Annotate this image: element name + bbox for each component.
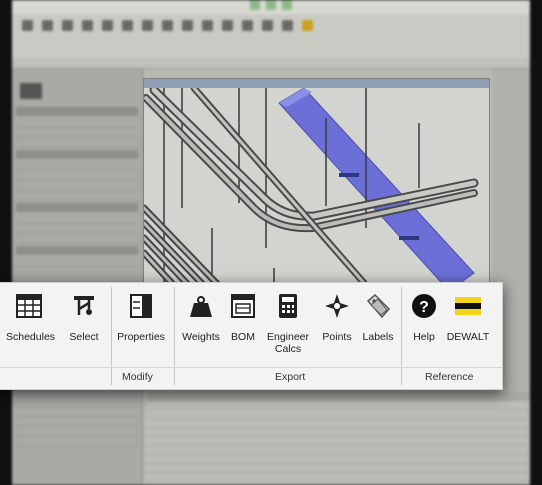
points-label: Points	[322, 331, 352, 343]
weights-button[interactable]: Weights	[178, 293, 224, 343]
panel-label-bar	[0, 367, 502, 368]
select-label: Select	[69, 331, 99, 343]
background-properties-palette	[12, 69, 143, 485]
viewport-title-bar	[144, 79, 489, 88]
table-icon	[16, 294, 42, 318]
help-button[interactable]: ? Help	[407, 293, 441, 343]
dewalt-label: DEWALT	[446, 331, 490, 343]
dewalt-logo-icon	[455, 297, 481, 315]
background-options-bar	[12, 58, 530, 69]
3d-model-viewport[interactable]	[143, 78, 490, 292]
labels-label: Labels	[362, 331, 394, 343]
model-drawing	[144, 88, 479, 291]
bom-button[interactable]: BOM	[226, 293, 260, 343]
background-title-bar	[12, 0, 530, 14]
background-ribbon	[12, 14, 530, 59]
title-tab	[266, 0, 276, 10]
points-button[interactable]: Points	[319, 293, 355, 343]
schedules-label: Schedules	[6, 331, 56, 343]
dewalt-button[interactable]: DEWALT	[444, 293, 492, 343]
screenshot: Schedules Select Properties Weights BOM …	[0, 0, 542, 485]
properties-button[interactable]: Properties	[113, 293, 169, 343]
hanger-select-icon	[74, 296, 94, 315]
help-icon: ?	[412, 294, 436, 318]
panel-label-reference: Reference	[425, 371, 474, 383]
schedules-button[interactable]: Schedules	[6, 293, 56, 343]
weights-label: Weights	[182, 331, 220, 343]
add-in-ribbon: Schedules Select Properties Weights BOM …	[0, 282, 503, 390]
engineer-calcs-label: Engineer Calcs	[266, 331, 310, 355]
engineer-calcs-button[interactable]: Engineer Calcs	[265, 293, 311, 357]
title-tab	[281, 0, 292, 10]
tag-icon	[366, 293, 391, 319]
weight-icon	[190, 296, 212, 317]
properties-icon	[130, 294, 152, 318]
panel-divider	[111, 287, 112, 385]
title-tab	[250, 0, 261, 10]
bom-label: BOM	[231, 331, 255, 343]
svg-text:?: ?	[419, 299, 429, 316]
calculator-icon	[279, 294, 297, 318]
labels-button[interactable]: Labels	[359, 293, 397, 343]
properties-label: Properties	[117, 331, 165, 343]
background-schedule-view	[147, 392, 530, 485]
panel-divider	[401, 287, 402, 385]
bom-icon	[231, 294, 255, 318]
points-icon	[325, 294, 349, 318]
select-button[interactable]: Select	[64, 293, 104, 343]
panel-label-modify: Modify	[122, 371, 153, 383]
panel-label-export: Export	[275, 371, 306, 383]
help-label: Help	[413, 331, 435, 343]
panel-divider	[174, 287, 175, 385]
